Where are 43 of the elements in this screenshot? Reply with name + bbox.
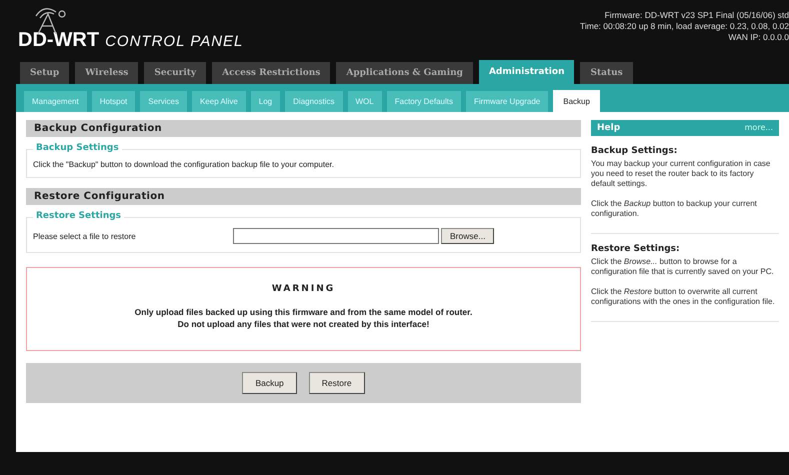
- help-heading: Restore Settings:: [591, 244, 681, 254]
- help-text: You may backup your current configuration in case you need to reset the router back to its factory default settings.: [591, 159, 772, 189]
- main-tab[interactable]: Access Restrictions: [212, 62, 330, 84]
- help-text: Click the Backup button to backup your current configuration.: [591, 199, 758, 219]
- warning-text: Do not upload any files that were not created by this interface!: [176, 318, 430, 330]
- sub-tab[interactable]: Management: [24, 91, 87, 112]
- sub-tab[interactable]: Hotspot: [92, 91, 136, 112]
- action-button[interactable]: Restore: [308, 372, 365, 394]
- warning-text: Only upload files backed up using this firmware and from the same model of router.: [134, 306, 474, 318]
- router-info: Firmware: DD-WRT v23 SP1 Final (05/16/06) std: [604, 10, 789, 21]
- panel-legend: Restore Settings: [33, 211, 124, 221]
- main-tab[interactable]: Status: [580, 62, 633, 84]
- sub-tab[interactable]: Services: [140, 91, 187, 112]
- section-title: Backup Configuration: [26, 120, 581, 137]
- help-text: Click the Restore button to overwrite all current configurations with the ones in the configuration file.: [591, 287, 776, 307]
- panel-legend: Backup Settings: [33, 143, 122, 153]
- browse-button[interactable]: Browse...: [441, 228, 494, 244]
- main-tab[interactable]: Setup: [20, 62, 70, 84]
- main-tab[interactable]: Wireless: [75, 62, 138, 84]
- sub-tab[interactable]: WOL: [348, 91, 382, 112]
- help-heading: Backup Settings:: [591, 146, 678, 156]
- sub-tab[interactable]: Firmware Upgrade: [466, 91, 548, 112]
- sub-tab[interactable]: Factory Defaults: [386, 91, 461, 112]
- file-path-field[interactable]: [233, 228, 439, 244]
- sub-tab[interactable]: Keep Alive: [192, 91, 246, 112]
- action-button[interactable]: Backup: [242, 372, 297, 394]
- main-tab[interactable]: Administration: [478, 60, 574, 84]
- file-label: Please select a file to restore: [33, 232, 137, 240]
- sub-tab[interactable]: Backup: [553, 90, 600, 112]
- sub-tab[interactable]: Log: [250, 91, 280, 112]
- router-info: WAN IP: 0.0.0.0: [727, 32, 789, 43]
- more-link[interactable]: more...: [744, 123, 773, 133]
- section-title: Restore Configuration: [26, 188, 581, 205]
- sub-tab[interactable]: Diagnostics: [285, 91, 342, 112]
- router-info: Time: 00:08:20 up 8 min, load average: 0.23, 0.08, 0.02: [580, 21, 789, 32]
- main-tab[interactable]: Applications & Gaming: [336, 62, 473, 84]
- logo-subtitle: CONTROL PANEL: [105, 33, 244, 52]
- backup-description: Click the "Backup" button to download the configuration backup file to your computer.: [33, 160, 335, 169]
- main-tab[interactable]: Security: [144, 62, 206, 84]
- help-text: Click the Browse... button to browse for a configuration file that is currently saved on your PC.: [591, 257, 775, 277]
- help-title: Help: [597, 123, 620, 133]
- logo-brand: DD-WRT: [18, 29, 100, 52]
- warning-title: WARNING: [270, 284, 336, 294]
